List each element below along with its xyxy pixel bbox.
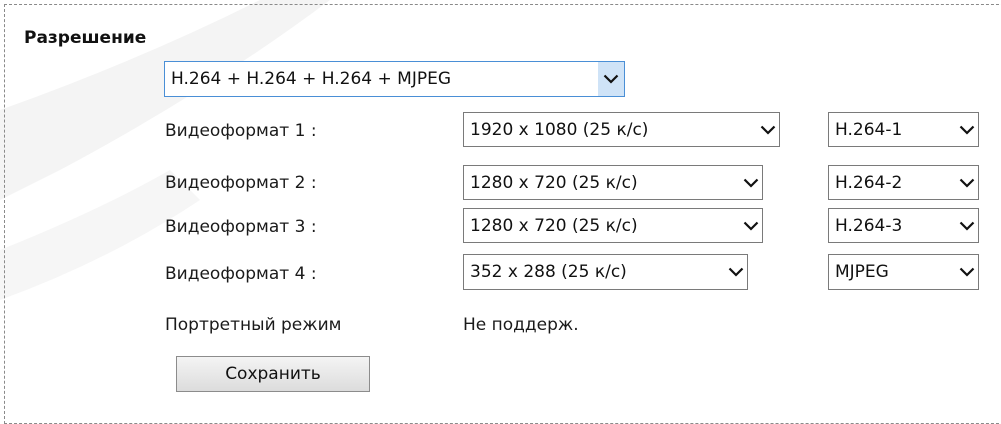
video-format-2-resolution-value: 1280 x 720 (25 к/с) <box>470 172 638 193</box>
video-format-2-codec-value: H.264-2 <box>835 172 903 193</box>
chevron-down-icon <box>725 255 747 289</box>
video-format-4-label: Видеоформат 4 : <box>165 264 317 284</box>
stream-mode-value: H.264 + H.264 + H.264 + MJPEG <box>171 69 452 89</box>
video-format-1-label: Видеоформат 1 : <box>165 121 317 141</box>
chevron-down-icon <box>740 209 762 242</box>
video-format-2-label: Видеоформат 2 : <box>165 173 317 193</box>
video-format-3-codec-select[interactable]: H.264-3 <box>828 208 979 243</box>
video-format-1-codec-select[interactable]: H.264-1 <box>828 112 979 147</box>
section-title: Разрешение <box>24 28 147 48</box>
chevron-down-icon <box>956 113 978 146</box>
chevron-down-icon <box>598 62 624 96</box>
chevron-down-icon <box>757 113 779 146</box>
video-format-3-label: Видеоформат 3 : <box>165 217 317 237</box>
video-format-1-resolution-value: 1920 x 1080 (25 к/с) <box>470 119 649 140</box>
chevron-down-icon <box>956 166 978 199</box>
video-format-1-codec-value: H.264-1 <box>835 119 903 140</box>
portrait-mode-label: Портретный режим <box>165 315 342 335</box>
chevron-down-icon <box>740 166 762 199</box>
chevron-down-icon <box>956 209 978 242</box>
video-format-3-resolution-select[interactable]: 1280 x 720 (25 к/с) <box>463 208 763 243</box>
video-format-3-resolution-value: 1280 x 720 (25 к/с) <box>470 215 638 236</box>
video-format-4-codec-value: MJPEG <box>835 262 889 282</box>
video-format-4-resolution-value: 352 x 288 (25 к/с) <box>470 262 627 282</box>
chevron-down-icon <box>956 255 978 289</box>
save-button[interactable]: Сохранить <box>176 356 370 392</box>
stream-mode-select[interactable]: H.264 + H.264 + H.264 + MJPEG <box>164 61 625 97</box>
portrait-mode-value: Не поддерж. <box>463 315 579 335</box>
video-format-2-codec-select[interactable]: H.264-2 <box>828 165 979 200</box>
video-format-1-resolution-select[interactable]: 1920 x 1080 (25 к/с) <box>463 112 780 147</box>
video-format-4-resolution-select[interactable]: 352 x 288 (25 к/с) <box>463 254 748 290</box>
video-format-2-resolution-select[interactable]: 1280 x 720 (25 к/с) <box>463 165 763 200</box>
video-format-4-codec-select[interactable]: MJPEG <box>828 254 979 290</box>
video-format-3-codec-value: H.264-3 <box>835 215 903 236</box>
